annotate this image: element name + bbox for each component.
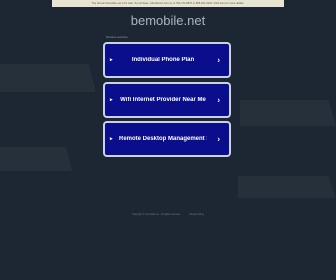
related-link-label: Individual Phone Plan — [131, 57, 195, 63]
related-link-remote-desktop-management[interactable]: ▸ Remote Desktop Management So... › — [103, 121, 231, 157]
decorative-stripe — [238, 176, 336, 198]
related-link-label: Remote Desktop Management So... — [119, 136, 207, 142]
related-link-wifi-internet-provider[interactable]: ▸ Wifi Internet Provider Near Me › — [103, 82, 231, 118]
privacy-policy-link[interactable]: Privacy Policy — [189, 213, 204, 216]
related-searches-heading: Related searches — [106, 35, 128, 39]
footer-copyright: Copyright © bemobile.net . All rights re… — [131, 213, 181, 216]
related-link-individual-phone-plan[interactable]: ▸ Individual Phone Plan › — [103, 42, 231, 78]
chevron-right-icon: › — [217, 55, 220, 65]
decorative-stripe — [0, 147, 72, 171]
chevron-right-icon: ▸ — [110, 57, 113, 63]
decorative-stripe — [0, 64, 96, 92]
chevron-right-icon: › — [217, 134, 220, 144]
chevron-right-icon: ▸ — [110, 136, 113, 142]
related-link-label: Wifi Internet Provider Near Me — [120, 97, 206, 103]
domain-title: bemobile.net — [130, 13, 206, 28]
sale-banner-text: The domain bemobile.net is for sale. To … — [91, 2, 245, 5]
chevron-right-icon: ▸ — [110, 97, 113, 103]
chevron-right-icon: › — [217, 95, 220, 105]
footer: Copyright © bemobile.net . All rights re… — [0, 213, 336, 216]
decorative-stripe — [240, 100, 336, 126]
sale-banner[interactable]: The domain bemobile.net is for sale. To … — [52, 0, 284, 7]
